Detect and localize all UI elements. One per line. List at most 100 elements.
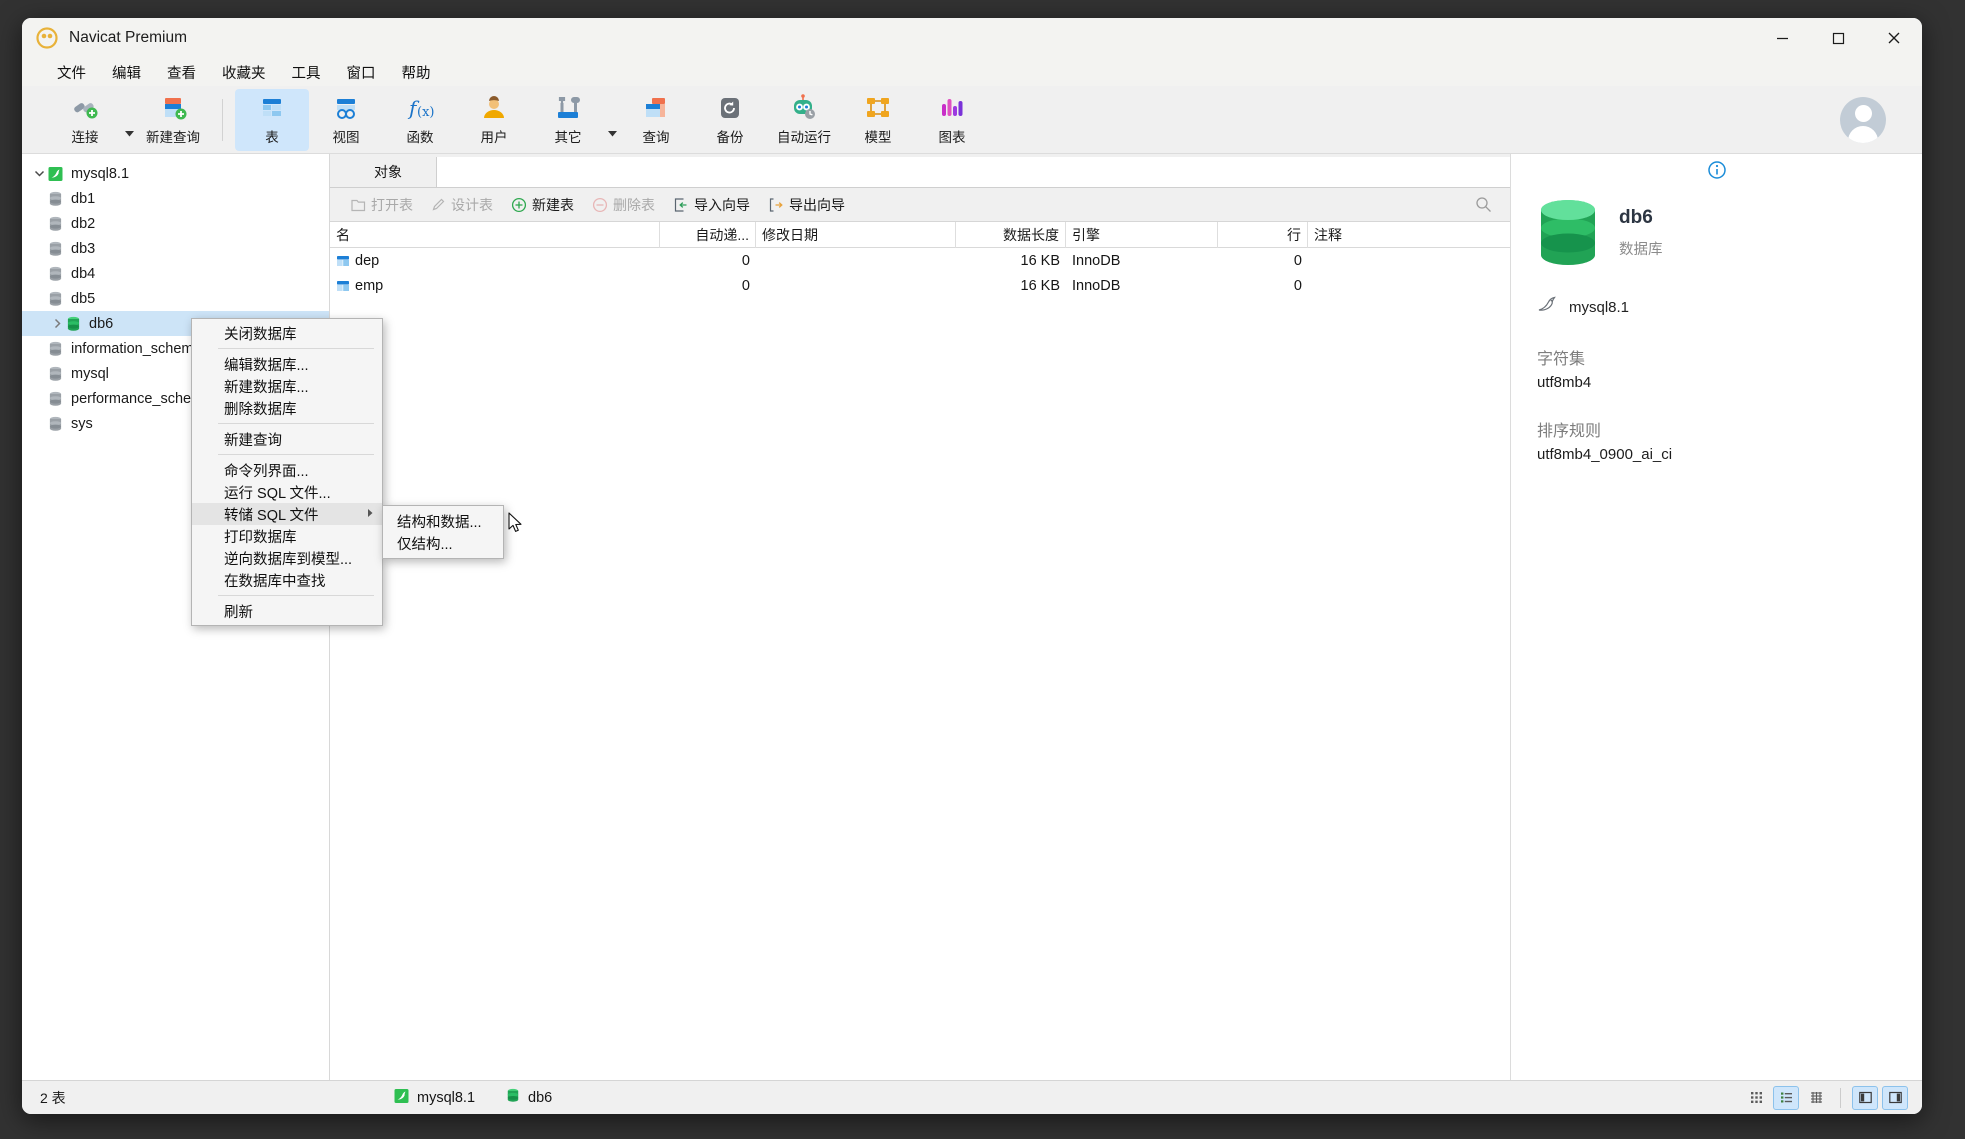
- tree-item-label: db4: [71, 265, 96, 282]
- ribbon-label: 视图: [332, 130, 360, 145]
- column-header-auto-increment[interactable]: 自动递...: [660, 221, 756, 248]
- info-icon[interactable]: [1707, 160, 1727, 185]
- menu-file[interactable]: 文件: [44, 59, 99, 86]
- tab-objects[interactable]: 对象: [340, 157, 436, 187]
- status-database-name: db6: [528, 1089, 553, 1106]
- ribbon-automation-button[interactable]: 自动运行: [767, 89, 841, 151]
- column-header-modified-date[interactable]: 修改日期: [756, 221, 956, 248]
- chevron-right-icon[interactable]: [48, 318, 66, 329]
- ctx-delete-database[interactable]: 删除数据库: [192, 397, 382, 419]
- ribbon-label: 查询: [642, 130, 670, 145]
- menu-window[interactable]: 窗口: [334, 59, 389, 86]
- column-header-comment[interactable]: 注释: [1308, 222, 1468, 248]
- other-tools-icon: [553, 93, 583, 123]
- menu-help[interactable]: 帮助: [389, 59, 444, 86]
- column-header-engine[interactable]: 引擎: [1066, 221, 1218, 248]
- tree-item-connection-mysql81[interactable]: mysql8.1: [22, 161, 329, 186]
- ribbon-other-button[interactable]: 其它: [531, 89, 605, 151]
- ribbon-label: 连接: [71, 130, 99, 145]
- ctx-dump-structure-and-data[interactable]: 结构和数据...: [383, 510, 503, 532]
- table-row[interactable]: dep 0 16 KB InnoDB 0: [330, 248, 1510, 273]
- cell-auto-increment: 0: [741, 252, 750, 269]
- column-header-data-length[interactable]: 数据长度: [956, 221, 1066, 248]
- window-title: Navicat Premium: [69, 29, 187, 46]
- status-divider: [1840, 1087, 1841, 1108]
- table-row-icon: [336, 254, 350, 268]
- maximize-button[interactable]: [1810, 18, 1866, 58]
- tree-item-db1[interactable]: db1: [22, 186, 329, 211]
- tree-item-label: mysql: [71, 365, 109, 382]
- column-header-name[interactable]: 名: [330, 221, 660, 248]
- detail-view-button[interactable]: [1803, 1086, 1829, 1110]
- menu-tools[interactable]: 工具: [279, 59, 334, 86]
- ctx-refresh[interactable]: 刷新: [192, 600, 382, 622]
- ribbon-table-button[interactable]: 表: [235, 88, 309, 151]
- table-grid-body: dep 0 16 KB InnoDB 0 emp 0 16 KB InnoDB …: [330, 248, 1510, 1080]
- tree-item-db3[interactable]: db3: [22, 236, 329, 261]
- tree-item-db4[interactable]: db4: [22, 261, 329, 286]
- open-table-button[interactable]: 打开表: [342, 192, 422, 218]
- table-row[interactable]: emp 0 16 KB InnoDB 0: [330, 273, 1510, 298]
- menu-favorites[interactable]: 收藏夹: [209, 59, 279, 86]
- ctx-print-database[interactable]: 打印数据库: [192, 525, 382, 547]
- backup-icon: [715, 93, 745, 123]
- ribbon-new-query-button[interactable]: 新建查询: [136, 89, 210, 151]
- ribbon-connection-button[interactable]: 连接: [48, 89, 122, 151]
- delete-table-button[interactable]: 删除表: [583, 192, 664, 218]
- ctx-edit-database[interactable]: 编辑数据库...: [192, 353, 382, 375]
- navicat-logo-icon: [36, 27, 58, 49]
- list-view-button[interactable]: [1773, 1085, 1799, 1110]
- main-content: 对象 打开表 设计表 新建表 删除表 导入向导 导出向导 名 自动递... 修改…: [330, 154, 1510, 1080]
- database-large-icon: [1537, 198, 1599, 268]
- ctx-dump-structure-only[interactable]: 仅结构...: [383, 532, 503, 554]
- other-dropdown-caret-icon[interactable]: [605, 131, 619, 137]
- grid-view-button[interactable]: [1743, 1086, 1769, 1110]
- ribbon-backup-button[interactable]: 备份: [693, 89, 767, 151]
- ribbon-chart-button[interactable]: 图表: [915, 89, 989, 151]
- database-icon: [48, 191, 63, 207]
- ctx-find-in-database[interactable]: 在数据库中查找: [192, 569, 382, 591]
- ctx-command-line-interface[interactable]: 命令列界面...: [192, 459, 382, 481]
- tree-item-label: db5: [71, 290, 96, 307]
- ribbon-label: 模型: [864, 130, 892, 145]
- menu-view[interactable]: 查看: [154, 59, 209, 86]
- ribbon-query-button[interactable]: 查询: [619, 89, 693, 151]
- view-icon: [331, 93, 361, 123]
- info-section-value: utf8mb4: [1537, 374, 1592, 391]
- ctx-reverse-database-to-model[interactable]: 逆向数据库到模型...: [192, 547, 382, 569]
- open-table-icon: [351, 199, 366, 212]
- left-pane-toggle-button[interactable]: [1852, 1085, 1878, 1110]
- ribbon-user-button[interactable]: 用户: [457, 89, 531, 151]
- design-table-button[interactable]: 设计表: [422, 192, 502, 218]
- ctx-close-database[interactable]: 关闭数据库: [192, 322, 382, 344]
- import-wizard-icon: [674, 197, 687, 212]
- import-wizard-button[interactable]: 导入向导: [664, 192, 759, 218]
- ctx-dump-sql-file[interactable]: 转储 SQL 文件: [192, 503, 382, 525]
- tree-item-db5[interactable]: db5: [22, 286, 329, 311]
- close-button[interactable]: [1866, 18, 1922, 58]
- ribbon-function-button[interactable]: f (x) 函数: [383, 89, 457, 151]
- menu-edit[interactable]: 编辑: [99, 59, 154, 86]
- connection-dropdown-caret-icon[interactable]: [122, 131, 136, 137]
- user-avatar[interactable]: [1840, 97, 1886, 143]
- ctx-separator: [218, 454, 374, 455]
- minimize-button[interactable]: [1754, 18, 1810, 58]
- application-window: Navicat Premium 文件 编辑 查看 收藏夹 工具 窗口 帮助 连接…: [22, 18, 1922, 1114]
- export-wizard-button[interactable]: 导出向导: [759, 192, 854, 218]
- export-wizard-icon: [769, 197, 783, 212]
- chevron-down-icon[interactable]: [30, 168, 48, 179]
- column-header-rows[interactable]: 行: [1218, 221, 1308, 248]
- ctx-new-query[interactable]: 新建查询: [192, 428, 382, 450]
- tree-item-label: sys: [71, 415, 93, 432]
- right-pane-toggle-button[interactable]: [1882, 1085, 1908, 1110]
- ctx-new-database[interactable]: 新建数据库...: [192, 375, 382, 397]
- database-icon: [48, 391, 63, 407]
- ribbon-view-button[interactable]: 视图: [309, 89, 383, 151]
- search-icon[interactable]: [1475, 196, 1492, 218]
- ctx-run-sql-file[interactable]: 运行 SQL 文件...: [192, 481, 382, 503]
- ribbon-label: 函数: [406, 130, 434, 145]
- cell-rows: 0: [1293, 277, 1302, 294]
- tree-item-db2[interactable]: db2: [22, 211, 329, 236]
- new-table-button[interactable]: 新建表: [502, 192, 583, 218]
- ribbon-model-button[interactable]: 模型: [841, 89, 915, 151]
